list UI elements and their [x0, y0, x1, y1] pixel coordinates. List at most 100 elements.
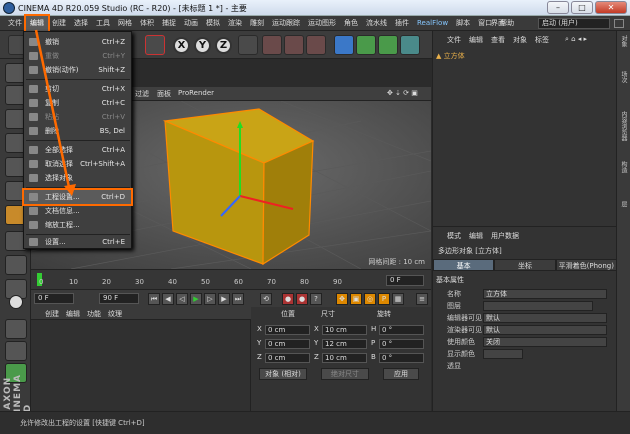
coordinate-mode-select[interactable]: 对象 (相对)	[259, 368, 307, 380]
go-to-end-icon[interactable]: ⏭	[232, 293, 244, 305]
start-frame-field[interactable]: 0 F	[34, 293, 74, 304]
autokey-icon[interactable]: ●	[296, 293, 308, 305]
menu-item-delete[interactable]: 删除 BS, Del	[24, 124, 131, 138]
name-field[interactable]: 立方体	[483, 289, 607, 299]
attr-menu-edit[interactable]: 编辑	[469, 231, 483, 241]
close-button[interactable]: ✕	[595, 1, 627, 14]
pos-x-field[interactable]: 0 cm	[265, 325, 310, 335]
menu-plugins[interactable]: 插件	[391, 16, 413, 31]
material-menu-edit[interactable]: 编辑	[66, 309, 80, 319]
menu-script[interactable]: 脚本	[452, 16, 474, 31]
objmgr-menu-file[interactable]: 文件	[447, 35, 461, 45]
point-level-key-icon[interactable]: ▦	[392, 293, 404, 305]
menu-mesh[interactable]: 网格	[114, 16, 136, 31]
menu-motion-tracking[interactable]: 运动跟踪	[268, 16, 304, 31]
attr-menu-userdata[interactable]: 用户数据	[491, 231, 519, 241]
material-menu-function[interactable]: 功能	[87, 309, 101, 319]
menu-create[interactable]: 创建	[48, 16, 70, 31]
play-icon[interactable]: ▶	[190, 293, 202, 305]
menu-render[interactable]: 渲染	[224, 16, 246, 31]
record-icon[interactable]: ●	[282, 293, 294, 305]
prev-frame-icon[interactable]: ◁	[176, 293, 188, 305]
keyframe-selection-icon[interactable]: ?	[310, 293, 322, 305]
object-row-cube[interactable]: ▲ 立方体	[436, 51, 536, 62]
x-axis-lock[interactable]: X	[173, 37, 190, 54]
menu-item-select-all[interactable]: 全部选择 Ctrl+A	[24, 143, 131, 157]
axis-mode-icon[interactable]	[5, 255, 27, 275]
render-to-picture-viewer-icon[interactable]	[284, 35, 304, 55]
menu-item-cut[interactable]: 剪切 Ctrl+X	[24, 82, 131, 96]
objmgr-menu-view[interactable]: 查看	[491, 35, 505, 45]
maximize-button[interactable]: □	[571, 1, 593, 14]
timeline-ruler[interactable]: 0 10 20 30 40 50 60 70 80 90 0 F	[31, 269, 431, 289]
size-mode-select[interactable]: 绝对尺寸	[321, 368, 369, 380]
rot-h-field[interactable]: 0 °	[379, 325, 424, 335]
menu-item-copy[interactable]: 复制 Ctrl+C	[24, 96, 131, 110]
layout-select[interactable]: 启动 (用户)	[538, 18, 610, 29]
subdivision-icon[interactable]	[378, 35, 398, 55]
timeline-menu-icon[interactable]: ≡	[416, 293, 428, 305]
next-frame-icon[interactable]: ▷	[204, 293, 216, 305]
render-view-icon[interactable]	[262, 35, 282, 55]
next-key-icon[interactable]: ▶	[218, 293, 230, 305]
go-to-start-icon[interactable]: ⏮	[148, 293, 160, 305]
menu-item-undo-action[interactable]: 撤销(动作) Shift+Z	[24, 63, 131, 77]
size-z-field[interactable]: 10 cm	[322, 353, 367, 363]
menu-simulate[interactable]: 模拟	[202, 16, 224, 31]
menu-item-scale-project[interactable]: 缩放工程...	[24, 218, 131, 232]
tab-objects[interactable]: 对象	[619, 35, 628, 47]
menu-character[interactable]: 角色	[340, 16, 362, 31]
menu-tools[interactable]: 工具	[92, 16, 114, 31]
prev-key-icon[interactable]: ◀	[162, 293, 174, 305]
material-menu-texture[interactable]: 纹理	[108, 309, 122, 319]
loop-icon[interactable]: ⟲	[260, 293, 272, 305]
menu-animate[interactable]: 动画	[180, 16, 202, 31]
menu-item-project-settings[interactable]: 工程设置... Ctrl+D	[22, 188, 133, 206]
z-axis-lock[interactable]: Z	[215, 37, 232, 54]
menu-volume[interactable]: 体积	[136, 16, 158, 31]
objmgr-menu-object[interactable]: 对象	[513, 35, 527, 45]
menu-select[interactable]: 选择	[70, 16, 92, 31]
minimize-button[interactable]: –	[547, 1, 569, 14]
menu-item-redo[interactable]: 重做 Ctrl+Y	[24, 49, 131, 63]
menu-item-paste[interactable]: 粘贴 Ctrl+V	[24, 110, 131, 124]
objmgr-menu-edit[interactable]: 编辑	[469, 35, 483, 45]
rot-p-field[interactable]: 0 °	[379, 339, 424, 349]
parameter-key-icon[interactable]: P	[378, 293, 390, 305]
render-visible-select[interactable]: 默认	[483, 325, 607, 335]
editor-visible-select[interactable]: 默认	[483, 313, 607, 323]
menu-file[interactable]: 文件	[4, 16, 26, 31]
attr-menu-mode[interactable]: 模式	[447, 231, 461, 241]
pos-y-field[interactable]: 0 cm	[265, 339, 310, 349]
display-color-swatch[interactable]	[483, 349, 523, 359]
layer-field[interactable]	[483, 301, 593, 311]
pen-icon[interactable]	[356, 35, 376, 55]
apply-button[interactable]: 应用	[383, 368, 419, 380]
array-icon[interactable]	[400, 35, 420, 55]
use-color-select[interactable]: 关闭	[483, 337, 607, 347]
rotation-key-icon[interactable]: ◎	[364, 293, 376, 305]
menu-edit[interactable]: 编辑	[24, 13, 50, 33]
tab-content-browser[interactable]: 内容浏览器	[619, 111, 628, 141]
objmgr-nav-icons[interactable]: ⌕ ⌂ ◂ ▸	[565, 35, 587, 44]
workplane-lock-icon[interactable]	[5, 341, 27, 361]
size-y-field[interactable]: 12 cm	[322, 339, 367, 349]
size-x-field[interactable]: 10 cm	[322, 325, 367, 335]
tab-takes[interactable]: 场次	[619, 71, 628, 83]
position-key-icon[interactable]: ✥	[336, 293, 348, 305]
end-frame-field[interactable]: 90 F	[99, 293, 139, 304]
y-axis-lock[interactable]: Y	[194, 37, 211, 54]
menu-mograph[interactable]: 运动图形	[304, 16, 340, 31]
viewport-nav-icons[interactable]: ✥ ⇣ ⟳ ▣	[387, 89, 418, 97]
objmgr-menu-tags[interactable]: 标签	[535, 35, 549, 45]
rot-b-field[interactable]: 0 °	[379, 353, 424, 363]
menu-item-select-objects[interactable]: 选择对象	[24, 171, 131, 185]
scale-key-icon[interactable]: ▣	[350, 293, 362, 305]
cube-icon[interactable]	[334, 35, 354, 55]
tab-layers[interactable]: 层	[619, 201, 628, 207]
timeline-end-field[interactable]: 0 F	[386, 275, 424, 286]
viewport-menu-panel[interactable]: 面板	[157, 89, 171, 99]
scale-tool-icon[interactable]	[145, 35, 165, 55]
solo-icon[interactable]	[9, 295, 23, 309]
menu-item-document-info[interactable]: 文档信息...	[24, 204, 131, 218]
